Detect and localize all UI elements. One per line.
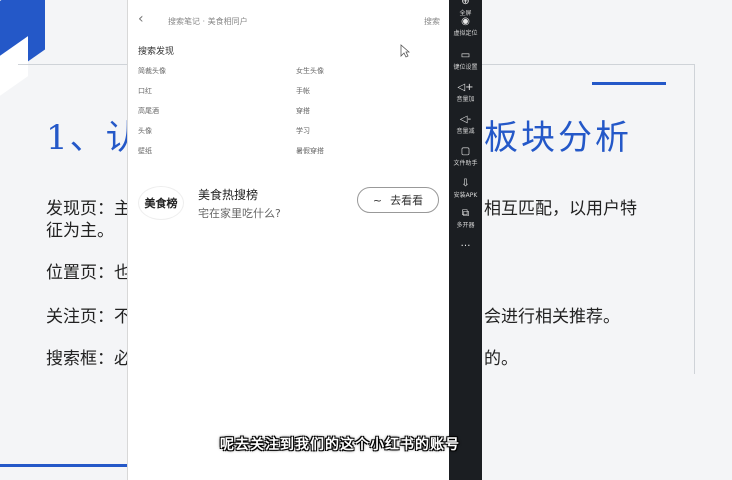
install-icon: ⇩ (461, 178, 470, 189)
volume-up-button[interactable]: ◁+ 音量加 (449, 82, 482, 103)
video-caption: 呢去关注到我们的这个小红书的账号 (220, 437, 460, 453)
multi-instance-button[interactable]: ⧉ 多开器 (449, 208, 482, 229)
accent-bar-bottom (0, 464, 128, 467)
go-see-label: 去看看 (390, 194, 424, 207)
wave-icon: ~ (372, 193, 383, 207)
slide-line-2: 征为主。 (46, 221, 114, 241)
slide-line-3-left: 位置页：也 (46, 263, 131, 283)
location-icon: ◉ (461, 16, 470, 27)
slide-line-5-left: 搜索框：必 (46, 349, 131, 369)
keyword-item[interactable]: 头像 (138, 126, 152, 136)
go-see-button[interactable]: ~ 去看看 (357, 187, 439, 213)
section-title: 搜索发现 (138, 47, 175, 57)
keyword-item[interactable]: 口红 (138, 86, 152, 96)
frame-line (694, 64, 695, 374)
slide-line-1-right: 相互匹配，以用户特 (484, 199, 637, 219)
install-apk-label: 安装APK (453, 192, 478, 199)
hot-list-title: 美食热搜榜 (198, 188, 259, 202)
slide-line-4-right: 会进行相关推荐。 (484, 307, 620, 327)
keyword-item[interactable]: 穿搭 (296, 106, 310, 116)
monitor-icon: ▢ (460, 146, 471, 157)
search-button[interactable]: 搜索 (424, 16, 440, 27)
slide-line-4-left: 关注页：不 (46, 307, 131, 327)
more-button[interactable]: … (449, 238, 482, 250)
more-icon: … (460, 238, 471, 249)
fullscreen-icon: ⊕ (461, 0, 470, 7)
hot-list-logo: 美食榜 (138, 186, 184, 220)
file-assistant-label: 文件助手 (453, 160, 478, 167)
slide-title-right: 板块分析 (484, 118, 632, 158)
volume-up-label: 音量加 (456, 96, 475, 103)
accent-bar (592, 82, 666, 85)
keyboard-icon: ▭ (460, 50, 471, 61)
volume-up-icon: ◁+ (457, 82, 474, 93)
keyword-item[interactable]: 简裁头像 (138, 66, 166, 76)
keyword-item[interactable]: 女生头像 (296, 66, 324, 76)
virtual-location-label: 虚拟定位 (453, 30, 478, 37)
hot-list-card[interactable]: 美食榜 美食热搜榜 宅在家里吃什么? ~ 去看看 (138, 182, 442, 226)
multi-instance-label: 多开器 (456, 222, 475, 229)
phone-emulator-screen: ‹ 搜索笔记 · 美食相同户 搜索 搜索发现 简裁头像 女生头像 口红 手帐 高… (127, 0, 450, 480)
virtual-location-button[interactable]: ◉ 虚拟定位 (449, 16, 482, 37)
volume-down-button[interactable]: ◁- 音量减 (449, 114, 482, 135)
search-header: ‹ 搜索笔记 · 美食相同户 搜索 (128, 8, 450, 34)
hot-list-subtitle: 宅在家里吃什么? (198, 207, 281, 220)
keyword-item[interactable]: 手帐 (296, 86, 310, 96)
keyword-item[interactable]: 高尾酒 (138, 106, 159, 116)
back-arrow-icon[interactable]: ‹ (138, 11, 144, 27)
multi-window-icon: ⧉ (461, 208, 470, 219)
keyword-item[interactable]: 暑假穿搭 (296, 146, 324, 156)
install-apk-button[interactable]: ⇩ 安装APK (449, 178, 482, 199)
emulator-toolbar: ⊕ 全屏 ◉ 虚拟定位 ▭ 键位设置 ◁+ 音量加 ◁- 音量减 ▢ 文件助手 … (449, 0, 482, 480)
search-input[interactable]: 搜索笔记 · 美食相同户 (168, 16, 248, 27)
keyword-item[interactable]: 壁纸 (138, 146, 152, 156)
mouse-cursor-icon (400, 44, 410, 58)
fullscreen-button[interactable]: ⊕ 全屏 (449, 0, 482, 17)
key-settings-button[interactable]: ▭ 键位设置 (449, 50, 482, 71)
key-settings-label: 键位设置 (453, 64, 478, 71)
slide-line-5-right: 的。 (484, 349, 518, 369)
volume-down-icon: ◁- (459, 114, 472, 125)
keyword-item[interactable]: 学习 (296, 126, 310, 136)
file-assistant-button[interactable]: ▢ 文件助手 (449, 146, 482, 167)
volume-down-label: 音量减 (456, 128, 475, 135)
